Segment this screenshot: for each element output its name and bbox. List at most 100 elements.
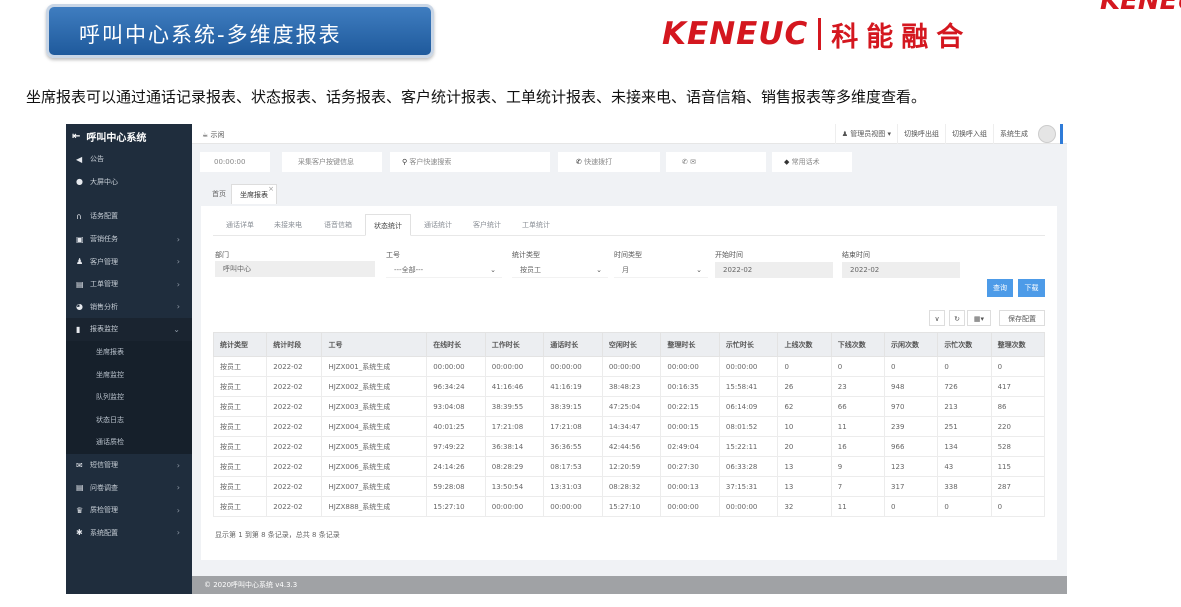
sidebar-item-dashboard[interactable]: ● 大屏中心 [66, 171, 192, 194]
stat-type-select[interactable]: 按员工 ⌄ [512, 262, 608, 278]
subtab-status-stats[interactable]: 状态统计 [365, 214, 411, 236]
column-header[interactable]: 整理时长 [660, 332, 720, 357]
column-header[interactable]: 示忙次数 [937, 332, 992, 357]
sidebar-item-reports[interactable]: ▮ 报表监控 ⌄ [66, 318, 192, 341]
status-indicator[interactable]: ☕ 示闲 [202, 130, 225, 140]
columns-icon[interactable]: ▦▾ [967, 310, 991, 326]
sidebar-subitem-call-qa[interactable]: 通话质检 [66, 431, 192, 454]
close-icon[interactable]: × [268, 179, 274, 199]
table-cell: 00:22:15 [660, 396, 720, 417]
collect-keys-field[interactable]: 采集客户按键信息 [282, 152, 382, 172]
table-cell: 948 [884, 376, 939, 397]
table-row[interactable]: 按员工 2022-02 HJZX003_系统生成 93:04:08 38:39:55 38… [212, 396, 1046, 417]
table-cell: 08:28:32 [601, 476, 662, 497]
sidebar-subitem-agent-report[interactable]: 坐席报表 [66, 340, 192, 364]
column-header[interactable]: 示忙时长 [718, 332, 779, 357]
sidebar-item-survey[interactable]: ▤ 问卷调查 › [66, 476, 192, 499]
table-row[interactable]: 按员工 2022-02 HJZX002_系统生成 96:34:24 41:16:46 41… [212, 376, 1046, 397]
column-header[interactable]: 通话时长 [543, 332, 603, 357]
sidebar-header[interactable]: ⇤ 呼叫中心系统 [66, 124, 192, 148]
sidebar-subitem-queue-monitor[interactable]: 队列监控 [66, 385, 192, 409]
tab-home[interactable]: 首页 [204, 184, 234, 204]
table-cell: HJZX002_系统生成 [321, 376, 428, 397]
table-cell: HJZX007_系统生成 [321, 476, 428, 497]
sidebar: ⇤ 呼叫中心系统 ◀ 公告 ● 大屏中心 ∩ 话务配置 ▣ 营销任务 › ♟ 客… [66, 124, 192, 594]
column-header[interactable]: 示闲次数 [884, 332, 939, 357]
subtab-call-detail[interactable]: 通话详单 [219, 214, 261, 236]
start-time-field[interactable]: 2022-02 [715, 262, 833, 278]
sidebar-item-label: 话务配置 [90, 212, 118, 221]
toggle-icon[interactable]: ∨ [929, 310, 945, 326]
column-header[interactable]: 工号 [321, 332, 428, 357]
column-header[interactable]: 整理次数 [990, 332, 1046, 357]
sidebar-title: 呼叫中心系统 [86, 132, 147, 144]
customer-search-input[interactable]: ⚲ 客户快速搜索 [390, 152, 550, 172]
chevron-right-icon: › [176, 279, 180, 289]
query-button[interactable]: 查询 [987, 279, 1013, 297]
table-cell: 0 [990, 496, 1046, 517]
column-header[interactable]: 工作时长 [484, 332, 545, 357]
user-name[interactable]: 系统生成 [993, 124, 1034, 144]
envelope-icon: ✉ [76, 460, 83, 470]
tab-agent-report[interactable]: 坐席报表 × [231, 184, 277, 204]
subtab-ticket-stats[interactable]: 工单统计 [513, 214, 559, 236]
column-header[interactable]: 空闲时长 [601, 332, 662, 357]
table-row[interactable]: 按员工 2022-02 HJZX006_系统生成 24:14:26 08:28:29 08… [212, 456, 1046, 477]
sidebar-item-qa[interactable]: ♛ 质检管理 › [66, 499, 192, 522]
table-cell: 2022-02 [266, 356, 323, 377]
switch-outbound-button[interactable]: 切换呼出组 [897, 124, 945, 144]
sidebar-item-call-config[interactable]: ∩ 话务配置 [66, 205, 192, 228]
admin-view-button[interactable]: ♟ 管理员视图 ▾ [834, 124, 897, 144]
menu-toggle-icon[interactable]: ⇤ [72, 131, 80, 142]
subtab-customer-stats[interactable]: 客户统计 [465, 214, 509, 236]
end-time-field[interactable]: 2022-02 [842, 262, 960, 278]
table-row[interactable]: 按员工 2022-02 HJZX004_系统生成 40:01:25 17:21:08 17… [212, 416, 1046, 437]
table-cell: 0 [884, 496, 939, 517]
sidebar-item-system[interactable]: ✱ 系统配置 › [66, 522, 192, 545]
column-header[interactable]: 上线次数 [777, 332, 832, 357]
sidebar-subitem-agent-monitor[interactable]: 坐席监控 [66, 363, 192, 386]
column-header[interactable]: 下线次数 [830, 332, 886, 357]
sidebar-item-announcement[interactable]: ◀ 公告 [66, 148, 192, 171]
sidebar-item-tickets[interactable]: ▤ 工单管理 › [66, 273, 192, 296]
sidebar-item-sales[interactable]: ◕ 销售分析 › [66, 296, 192, 319]
avatar[interactable] [1038, 125, 1056, 143]
dial-mail-icons[interactable]: ✆ ✉ [666, 152, 766, 172]
switch-inbound-button[interactable]: 切换呼入组 [945, 124, 993, 144]
column-header[interactable]: 统计时段 [266, 332, 323, 357]
column-header[interactable]: 在线时长 [426, 332, 486, 357]
subtab-missed-calls[interactable]: 未接来电 [265, 214, 311, 236]
chevron-down-icon: ⌄ [173, 324, 180, 334]
subtab-voicemail[interactable]: 语音信箱 [315, 214, 361, 236]
quick-dial-input[interactable]: ✆ 快速拨打 [558, 152, 660, 172]
column-header[interactable]: 统计类型 [212, 332, 268, 357]
download-button[interactable]: 下载 [1018, 279, 1045, 297]
end-time-label: 结束时间 [842, 251, 870, 259]
table-cell: 00:00:15 [660, 416, 720, 437]
common-scripts-button[interactable]: ◆ 常用话术 [772, 152, 852, 172]
time-type-select[interactable]: 月 ⌄ [614, 262, 708, 278]
table-row[interactable]: 按员工 2022-02 HJZX001_系统生成 00:00:00 00:00:00 00… [212, 356, 1046, 377]
table-row[interactable]: 按员工 2022-02 HJZX005_系统生成 97:49:22 36:38:14 36… [212, 436, 1046, 457]
table-cell: 317 [884, 476, 939, 497]
table-cell: 按员工 [212, 476, 268, 497]
table-cell: 59:28:08 [426, 476, 486, 497]
pie-chart-icon: ◕ [76, 302, 83, 312]
table-row[interactable]: 按员工 2022-02 HJZX007_系统生成 59:28:08 13:50:54 13… [212, 476, 1046, 497]
refresh-icon[interactable]: ↻ [949, 310, 965, 326]
table-cell: 按员工 [212, 356, 268, 377]
sidebar-item-marketing[interactable]: ▣ 营销任务 › [66, 228, 192, 251]
table-cell: 32 [777, 496, 832, 517]
table-row[interactable]: 按员工 2022-02 HJZX888_系统生成 15:27:10 00:00:00 00… [212, 496, 1046, 517]
sidebar-item-label: 系统配置 [90, 528, 118, 537]
worknum-select[interactable]: ---全部--- ⌄ [386, 262, 502, 278]
sidebar-subitem-status-log[interactable]: 状态日志 [66, 408, 192, 432]
sidebar-item-customers[interactable]: ♟ 客户管理 › [66, 250, 192, 273]
subtab-call-stats[interactable]: 通话统计 [415, 214, 461, 236]
sidebar-item-sms[interactable]: ✉ 短信管理 › [66, 454, 192, 477]
table-cell: 115 [990, 456, 1046, 477]
table-cell: 13 [777, 476, 832, 497]
table-cell: 00:00:00 [660, 356, 720, 377]
save-config-button[interactable]: 保存配置 [999, 310, 1045, 326]
table-cell: 38:39:15 [543, 396, 603, 417]
